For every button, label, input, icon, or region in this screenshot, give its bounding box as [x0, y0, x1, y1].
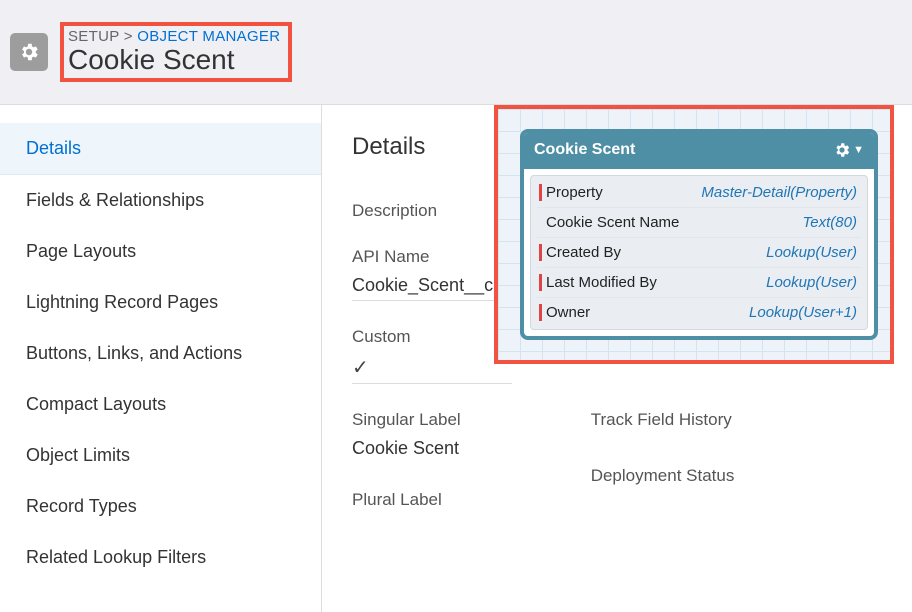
breadcrumb: SETUP > OBJECT MANAGER: [68, 28, 280, 45]
custom-label: Custom: [352, 327, 512, 347]
sidebar-item-label: Compact Layouts: [26, 394, 166, 414]
breadcrumb-object-manager-link[interactable]: OBJECT MANAGER: [137, 28, 280, 45]
singular-label: Singular Label: [352, 410, 461, 430]
sidebar-item-label: Fields & Relationships: [26, 190, 204, 210]
sidebar-item-record-types[interactable]: Record Types: [0, 481, 321, 532]
content-area: Details Fields & Relationships Page Layo…: [0, 105, 912, 612]
sidebar-item-label: Object Limits: [26, 445, 130, 465]
schema-field-name: Property: [539, 184, 603, 201]
schema-field-type: Lookup(User): [766, 244, 857, 261]
sidebar-item-label: Lightning Record Pages: [26, 292, 218, 312]
schema-object-title: Cookie Scent: [534, 141, 635, 159]
schema-field-row[interactable]: Created By Lookup(User): [537, 238, 861, 268]
sidebar-item-buttons-links[interactable]: Buttons, Links, and Actions: [0, 328, 321, 379]
schema-field-name: Last Modified By: [539, 274, 657, 291]
object-sidebar: Details Fields & Relationships Page Layo…: [0, 105, 322, 612]
api-name-value: Cookie_Scent__c: [352, 275, 512, 301]
sidebar-item-label: Page Layouts: [26, 241, 136, 261]
schema-field-name: Cookie Scent Name: [539, 214, 679, 231]
sidebar-item-lightning-pages[interactable]: Lightning Record Pages: [0, 277, 321, 328]
schema-field-type: Text(80): [803, 214, 857, 231]
sidebar-item-details[interactable]: Details: [0, 123, 321, 175]
schema-field-row[interactable]: Owner Lookup(User+1): [537, 298, 861, 327]
sidebar-item-object-limits[interactable]: Object Limits: [0, 430, 321, 481]
sidebar-item-label: Record Types: [26, 496, 137, 516]
schema-field-row[interactable]: Last Modified By Lookup(User): [537, 268, 861, 298]
sidebar-item-page-layouts[interactable]: Page Layouts: [0, 226, 321, 277]
sidebar-item-label: Related Lookup Filters: [26, 547, 206, 567]
description-label: Description: [352, 201, 512, 221]
singular-value: Cookie Scent: [352, 438, 461, 464]
chevron-down-icon: ▼: [853, 144, 864, 156]
setup-gear-icon: [10, 33, 48, 71]
breadcrumb-setup: SETUP: [68, 28, 119, 45]
sidebar-item-fields[interactable]: Fields & Relationships: [0, 175, 321, 226]
page-header: SETUP > OBJECT MANAGER Cookie Scent: [0, 0, 912, 105]
breadcrumb-title-highlight: SETUP > OBJECT MANAGER Cookie Scent: [60, 22, 292, 82]
schema-field-type: Lookup(User+1): [749, 304, 857, 321]
custom-checkmark-icon: ✓: [352, 355, 512, 384]
sidebar-item-label: Details: [26, 138, 81, 158]
page-title: Cookie Scent: [68, 45, 280, 76]
detail-panel: Details Description API Name Cookie_Scen…: [322, 105, 912, 612]
schema-field-list: Property Master-Detail(Property) Cookie …: [530, 175, 868, 330]
schema-card-header[interactable]: Cookie Scent ▼: [524, 133, 874, 169]
deployment-status-label: Deployment Status: [591, 466, 735, 486]
sidebar-item-compact-layouts[interactable]: Compact Layouts: [0, 379, 321, 430]
schema-builder-highlight: Cookie Scent ▼ Property Master-Detail(Pr…: [494, 105, 894, 364]
schema-object-card[interactable]: Cookie Scent ▼ Property Master-Detail(Pr…: [520, 129, 878, 340]
sidebar-item-label: Buttons, Links, and Actions: [26, 343, 242, 363]
schema-field-type: Master-Detail(Property): [701, 184, 857, 201]
api-name-label: API Name: [352, 247, 512, 267]
schema-gear-icon[interactable]: ▼: [833, 141, 864, 159]
track-history-label: Track Field History: [591, 410, 735, 430]
plural-label: Plural Label: [352, 490, 461, 510]
schema-field-type: Lookup(User): [766, 274, 857, 291]
schema-field-name: Created By: [539, 244, 621, 261]
schema-field-row[interactable]: Property Master-Detail(Property): [537, 178, 861, 208]
schema-field-row[interactable]: Cookie Scent Name Text(80): [537, 208, 861, 238]
schema-field-name: Owner: [539, 304, 590, 321]
sidebar-item-related-lookup[interactable]: Related Lookup Filters: [0, 532, 321, 583]
